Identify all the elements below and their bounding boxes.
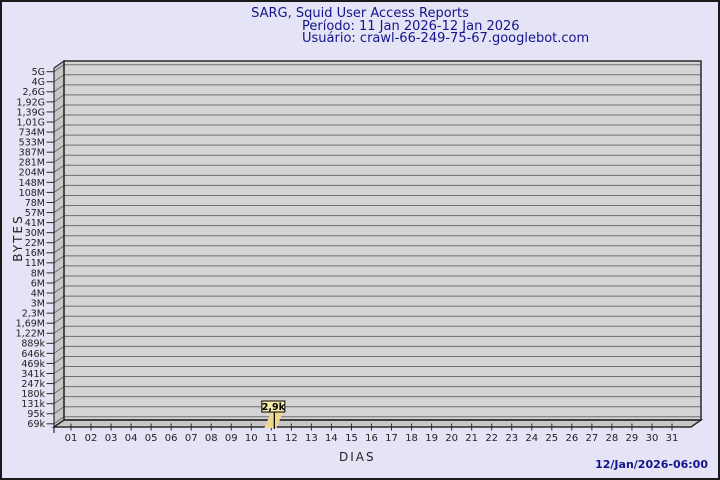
x-tick-label: 25 bbox=[545, 433, 558, 444]
x-tick-label: 06 bbox=[165, 433, 178, 444]
x-tick-label: 22 bbox=[485, 433, 498, 444]
generated-timestamp: 12/Jan/2026-06:00 bbox=[595, 458, 708, 471]
x-tick-label: 01 bbox=[65, 433, 78, 444]
x-tick-label: 07 bbox=[185, 433, 198, 444]
bar-value-flag: 2,9k bbox=[262, 402, 286, 413]
x-tick-label: 31 bbox=[666, 433, 679, 444]
x-tick-label: 24 bbox=[525, 433, 538, 444]
x-axis-title: DIAS bbox=[339, 450, 376, 464]
x-tick-label: 17 bbox=[385, 433, 398, 444]
x-tick-label: 21 bbox=[465, 433, 478, 444]
x-tick-label: 11 bbox=[265, 433, 278, 444]
x-tick-label: 10 bbox=[245, 433, 258, 444]
x-tick-label: 14 bbox=[325, 433, 338, 444]
x-tick-label: 04 bbox=[125, 433, 138, 444]
x-tick-label: 12 bbox=[285, 433, 298, 444]
x-tick-label: 09 bbox=[225, 433, 238, 444]
x-tick-label: 29 bbox=[626, 433, 639, 444]
x-tick-label: 15 bbox=[345, 433, 358, 444]
y-axis-title: BYTES bbox=[11, 214, 25, 262]
x-tick-label: 18 bbox=[405, 433, 418, 444]
x-tick-label: 05 bbox=[145, 433, 158, 444]
x-tick-label: 16 bbox=[365, 433, 378, 444]
x-tick-label: 27 bbox=[585, 433, 598, 444]
x-tick-label: 30 bbox=[646, 433, 659, 444]
x-tick-label: 03 bbox=[105, 433, 118, 444]
report-canvas: SARG, Squid User Access Reports Período:… bbox=[0, 0, 720, 480]
x-tick-label: 08 bbox=[205, 433, 218, 444]
x-tick-label: 20 bbox=[445, 433, 458, 444]
x-tick-label: 28 bbox=[606, 433, 619, 444]
x-tick-label: 19 bbox=[425, 433, 438, 444]
bar-chart-3d: 5G4G2,6G1,92G1,39G1,01G734M533M387M281M2… bbox=[16, 59, 704, 444]
x-tick-label: 02 bbox=[85, 433, 98, 444]
x-tick-label: 23 bbox=[505, 433, 518, 444]
x-tick-label: 26 bbox=[565, 433, 578, 444]
x-tick-label: 13 bbox=[305, 433, 318, 444]
y-tick-label: 69k bbox=[27, 419, 45, 430]
